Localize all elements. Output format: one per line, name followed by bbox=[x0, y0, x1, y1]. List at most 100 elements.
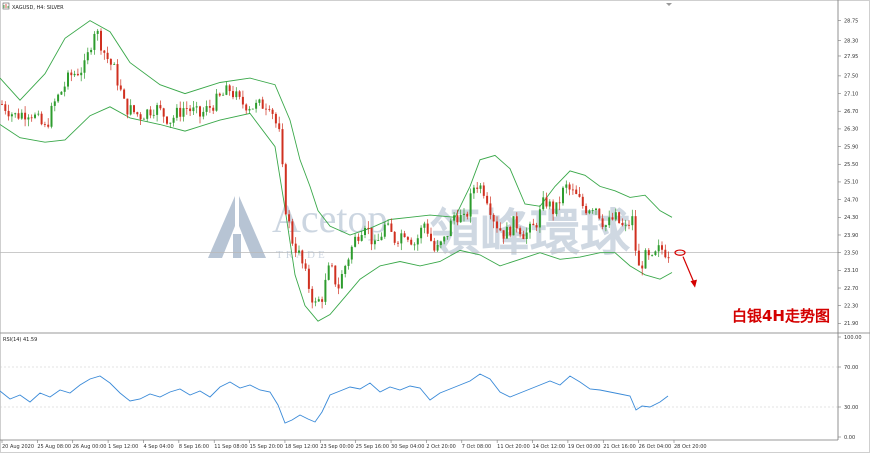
bear-candle bbox=[311, 288, 314, 303]
bear-candle bbox=[545, 197, 548, 207]
rsi-tick-label: 30.00 bbox=[844, 405, 858, 411]
price-tick-label: 28.30 bbox=[844, 38, 858, 44]
bear-candle bbox=[17, 113, 20, 119]
bear-candle bbox=[466, 213, 469, 217]
bear-candle bbox=[4, 104, 7, 111]
bear-candle bbox=[139, 114, 142, 120]
bull-candle bbox=[400, 233, 403, 244]
price-tick-label: 23.50 bbox=[844, 250, 858, 256]
price-tick-label: 26.30 bbox=[844, 127, 858, 133]
bull-candle bbox=[317, 299, 320, 302]
bull-candle bbox=[50, 105, 53, 127]
time-tick-label: 7 Oct 08:00 bbox=[462, 444, 491, 450]
bull-candle bbox=[182, 108, 185, 117]
bull-candle bbox=[80, 72, 83, 76]
bull-candle bbox=[373, 240, 376, 245]
bear-candle bbox=[476, 187, 479, 189]
bull-candle bbox=[654, 251, 657, 256]
time-tick-label: 8 Sep 16:00 bbox=[179, 444, 209, 450]
bear-candle bbox=[133, 105, 135, 113]
bull-candle bbox=[195, 106, 198, 108]
bear-candle bbox=[271, 109, 274, 114]
bull-candle bbox=[354, 236, 357, 247]
bull-candle bbox=[608, 217, 611, 226]
bear-candle bbox=[288, 214, 291, 222]
bear-candle bbox=[456, 215, 459, 223]
bear-candle bbox=[492, 214, 495, 222]
bear-candle bbox=[321, 299, 324, 302]
bull-candle bbox=[588, 210, 591, 214]
bull-candle bbox=[350, 246, 353, 260]
bull-candle bbox=[525, 232, 528, 239]
bear-candle bbox=[274, 113, 277, 124]
bull-candle bbox=[436, 245, 439, 251]
bull-candle bbox=[96, 30, 99, 34]
bull-candle bbox=[387, 223, 390, 225]
bear-candle bbox=[515, 216, 518, 229]
bear-candle bbox=[426, 223, 429, 234]
bull-candle bbox=[472, 187, 475, 194]
bull-candle bbox=[542, 197, 545, 210]
bear-candle bbox=[294, 243, 297, 253]
bull-candle bbox=[463, 213, 465, 215]
bull-candle bbox=[251, 108, 254, 110]
time-tick-label: 1 Sep 12:00 bbox=[108, 444, 138, 450]
symbol-label: XAGUSD, H4: SILVER bbox=[12, 5, 64, 11]
bull-candle bbox=[152, 114, 155, 116]
bull-candle bbox=[175, 107, 178, 118]
bear-candle bbox=[100, 30, 102, 51]
time-tick-label: 18 Sep 12:00 bbox=[285, 444, 318, 450]
bear-candle bbox=[278, 123, 281, 130]
bull-candle bbox=[340, 273, 343, 289]
bear-candle bbox=[406, 237, 409, 240]
bull-candle bbox=[360, 235, 363, 241]
bull-candle bbox=[651, 255, 654, 256]
price-tick-label: 22.30 bbox=[844, 303, 858, 309]
bear-candle bbox=[571, 189, 574, 191]
bear-candle bbox=[522, 234, 525, 239]
price-tick-label: 23.90 bbox=[844, 233, 858, 239]
bull-candle bbox=[347, 259, 350, 266]
bear-candle bbox=[552, 201, 555, 215]
time-tick-label: 23 Sep 00:00 bbox=[320, 444, 353, 450]
bear-candle bbox=[393, 231, 396, 243]
bull-candle bbox=[604, 225, 607, 227]
bear-candle bbox=[199, 106, 201, 117]
bull-candle bbox=[142, 118, 145, 120]
bull-candle bbox=[53, 101, 56, 106]
bull-candle bbox=[93, 33, 96, 50]
bear-candle bbox=[123, 89, 126, 99]
bull-candle bbox=[192, 107, 195, 112]
bear-candle bbox=[185, 108, 188, 109]
bull-candle bbox=[420, 227, 423, 239]
bear-candle bbox=[238, 91, 241, 97]
bear-candle bbox=[410, 239, 413, 245]
bear-candle bbox=[76, 73, 79, 76]
rsi-tick-label: 0.00 bbox=[844, 435, 855, 441]
bear-candle bbox=[390, 223, 393, 232]
price-tick-label: 25.10 bbox=[844, 180, 858, 186]
time-tick-label: 14 Oct 12:00 bbox=[533, 444, 566, 450]
bull-candle bbox=[377, 240, 380, 241]
bear-candle bbox=[70, 72, 73, 76]
bear-candle bbox=[126, 98, 129, 115]
bull-candle bbox=[258, 99, 261, 103]
bear-candle bbox=[499, 228, 502, 231]
bear-candle bbox=[489, 203, 492, 215]
bull-candle bbox=[443, 236, 446, 242]
bear-candle bbox=[109, 59, 112, 65]
time-tick-label: 28 Oct 20:00 bbox=[674, 444, 707, 450]
bear-candle bbox=[581, 196, 584, 207]
time-tick-label: 2 Oct 20:00 bbox=[426, 444, 455, 450]
bull-candle bbox=[505, 226, 508, 239]
bull-candle bbox=[380, 236, 383, 241]
bull-candle bbox=[595, 208, 597, 211]
bear-candle bbox=[241, 96, 244, 105]
bear-candle bbox=[119, 85, 122, 90]
bear-candle bbox=[367, 227, 370, 229]
bull-candle bbox=[344, 265, 347, 274]
time-tick-label: 19 Oct 00:00 bbox=[568, 444, 601, 450]
bull-candle bbox=[416, 238, 419, 245]
bull-candle bbox=[538, 209, 541, 228]
bull-candle bbox=[60, 91, 63, 95]
